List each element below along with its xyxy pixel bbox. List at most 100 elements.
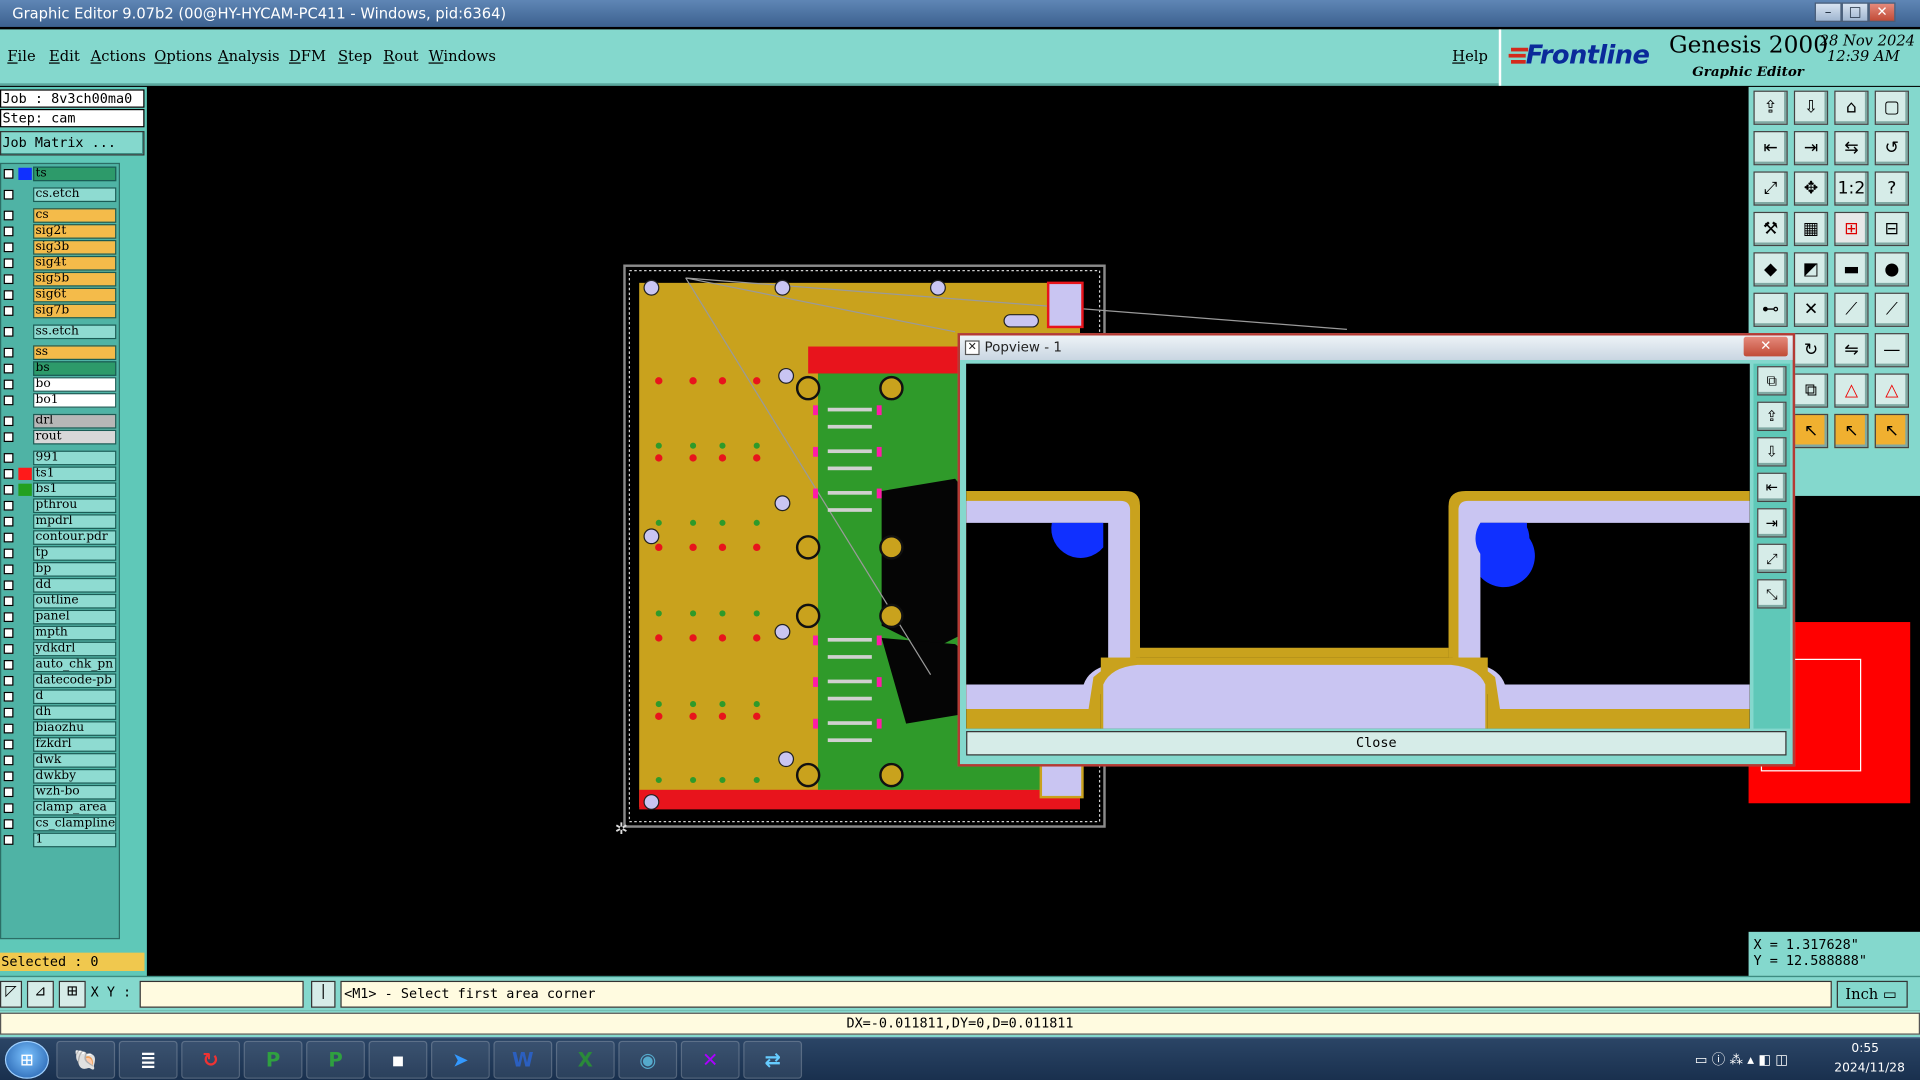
line-diag-icon[interactable]: ⟋ [1874, 292, 1909, 327]
layer-checkbox[interactable] [3, 168, 14, 179]
app-p2-icon[interactable]: P [306, 1040, 365, 1079]
layer-checkbox[interactable] [3, 660, 14, 670]
layer-row[interactable]: ts [1, 166, 119, 182]
diag-icon[interactable]: ⟋ [1834, 292, 1869, 327]
app-red-icon[interactable]: ↻ [181, 1040, 241, 1079]
app-p-icon[interactable]: P [243, 1040, 303, 1079]
layer-checkbox[interactable] [3, 564, 14, 575]
popview-close-button[interactable]: Close [966, 731, 1787, 756]
snap-icon[interactable]: ⇪ [1753, 90, 1788, 125]
center-icon[interactable]: ✥ [1793, 171, 1829, 206]
menu-help[interactable]: Help [1452, 48, 1488, 65]
measure-red-icon[interactable]: ⊞ [1834, 211, 1869, 247]
layer-row[interactable]: panel [1, 609, 119, 625]
layer-checkbox[interactable] [3, 274, 14, 285]
layer-checkbox[interactable] [3, 210, 14, 221]
popview-canvas[interactable] [966, 363, 1750, 729]
grid-icon[interactable]: ▦ [1793, 211, 1829, 247]
grid-tool-icon[interactable]: ⊞ [58, 980, 86, 1008]
layer-checkbox[interactable] [3, 347, 14, 358]
pointer-b-icon[interactable]: ↖ [1834, 413, 1869, 449]
layer-checkbox[interactable] [3, 484, 14, 495]
layer-checkbox[interactable] [3, 226, 14, 237]
pointer-a-icon[interactable]: ↖ [1793, 413, 1829, 449]
layer-checkbox[interactable] [3, 500, 14, 511]
job-matrix-button[interactable]: Job Matrix ... [0, 131, 145, 156]
layer-row[interactable]: sig5b [1, 271, 119, 287]
layer-checkbox[interactable] [3, 416, 14, 427]
layer-row[interactable]: ss.etch [1, 324, 119, 340]
layer-row[interactable]: outline [1, 593, 119, 609]
layer-checkbox[interactable] [3, 739, 14, 750]
shell-icon[interactable]: 🐚 [56, 1040, 116, 1079]
circle-icon[interactable]: ● [1874, 252, 1909, 287]
wrap-icon[interactable]: ↺ [1874, 131, 1909, 166]
zoom-icon[interactable]: ⧉ [1757, 366, 1787, 396]
layer-row[interactable]: pthrou [1, 498, 119, 514]
layer-checkbox[interactable] [3, 628, 14, 638]
layer-row[interactable]: dwkby [1, 768, 119, 784]
close-window-button[interactable]: ✕ [1868, 2, 1896, 23]
layer-row[interactable]: bo1 [1, 393, 119, 408]
layer-row[interactable]: sig7b [1, 303, 119, 319]
pointer-c-icon[interactable]: ↖ [1874, 413, 1909, 449]
fit-icon[interactable]: ⤢ [1753, 171, 1788, 206]
layer-checkbox[interactable] [3, 432, 14, 443]
tray-icons[interactable]: ▭ ⓘ ⁂ ▴ ◧ ◫ [1695, 1049, 1788, 1069]
mirror-icon[interactable]: ⇋ [1834, 333, 1869, 368]
layer-row[interactable]: datecode-pb [1, 673, 119, 689]
layer-checkbox[interactable] [3, 290, 14, 301]
minimize-button[interactable]: – [1814, 2, 1842, 23]
save-icon[interactable]: ⇩ [1793, 90, 1829, 125]
layer-row[interactable]: clamp_area [1, 800, 119, 816]
layer-row[interactable]: mpth [1, 625, 119, 641]
notepad-icon[interactable]: ≣ [118, 1040, 178, 1079]
pan-left-icon[interactable]: ⇤ [1757, 472, 1787, 503]
layer-row[interactable]: bs1 [1, 482, 119, 498]
layer-checkbox[interactable] [3, 306, 14, 316]
layer-checkbox[interactable] [3, 516, 14, 527]
excel-icon[interactable]: X [555, 1040, 615, 1079]
layer-row[interactable]: ss [1, 345, 119, 361]
frame-icon[interactable]: ▢ [1874, 90, 1909, 125]
layer-checkbox[interactable] [3, 580, 14, 591]
cross-icon[interactable]: ✕ [1793, 292, 1829, 327]
layer-checkbox[interactable] [3, 596, 14, 607]
stroke-icon[interactable]: — [1874, 333, 1909, 368]
layer-row[interactable]: cs.etch [1, 187, 119, 203]
layer-checkbox[interactable] [3, 395, 14, 406]
layer-row[interactable]: auto_chk_pn [1, 657, 119, 673]
download-icon[interactable]: ⇩ [1757, 437, 1787, 467]
measure-icon[interactable]: ⊟ [1874, 211, 1909, 247]
layer-row[interactable]: cs_clampline [1, 816, 119, 832]
triangle-a-icon[interactable]: △ [1834, 373, 1869, 408]
layer-checkbox[interactable] [3, 363, 14, 374]
menu-dfm[interactable]: DFM [289, 48, 326, 65]
layer-row[interactable]: dh [1, 705, 119, 721]
layer-row[interactable]: sig2t [1, 224, 119, 239]
home-icon[interactable]: ⌂ [1834, 90, 1869, 125]
layer-checkbox[interactable] [3, 787, 14, 798]
layer-checkbox[interactable] [3, 691, 14, 702]
draw-icon[interactable]: ◩ [1793, 252, 1829, 287]
maximize-button[interactable]: □ [1841, 2, 1869, 23]
line-icon[interactable]: ▬ [1834, 252, 1869, 287]
layer-checkbox[interactable] [3, 453, 14, 463]
floppy-icon[interactable]: ▪ [368, 1040, 428, 1079]
help-icon[interactable]: ? [1874, 171, 1909, 206]
start-icon[interactable]: ⊞ [4, 1040, 49, 1079]
layer-checkbox[interactable] [3, 819, 14, 829]
word-icon[interactable]: W [493, 1040, 553, 1079]
layer-checkbox[interactable] [3, 755, 14, 766]
compare-icon[interactable]: ⧉ [1793, 373, 1829, 408]
layer-row[interactable]: tp [1, 546, 119, 561]
upload-icon[interactable]: ⇪ [1757, 401, 1787, 432]
layer-row[interactable]: dd [1, 577, 119, 593]
layer-row[interactable]: biaozhu [1, 721, 119, 736]
layer-checkbox[interactable] [3, 532, 14, 543]
rotate-icon[interactable]: ↻ [1793, 333, 1829, 368]
layer-checkbox[interactable] [3, 723, 14, 734]
layer-row[interactable]: bp [1, 562, 119, 577]
arrow-app-icon[interactable]: ➤ [431, 1040, 490, 1079]
forward-icon[interactable]: ⇥ [1793, 131, 1829, 166]
